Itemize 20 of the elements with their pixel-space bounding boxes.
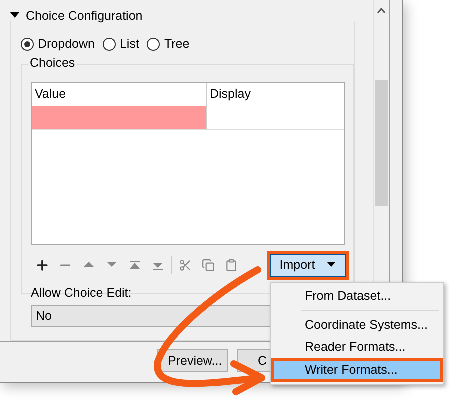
radio-button[interactable] [21, 38, 34, 50]
menu-item[interactable]: From Dataset... [271, 285, 443, 307]
radio-button[interactable] [102, 38, 116, 50]
radio-label: List [120, 37, 140, 51]
field-label: Allow Choice Edit: [31, 286, 132, 300]
radio-label: Dropdown [38, 37, 95, 51]
error-cell[interactable] [32, 106, 208, 129]
caret-icon [327, 262, 336, 268]
menu-item[interactable]: Reader Formats... [271, 336, 443, 358]
menu-item[interactable]: Writer Formats... [272, 359, 442, 381]
group-title: Choices [28, 56, 78, 70]
radio-button[interactable] [147, 38, 160, 50]
import-button[interactable]: Import [267, 250, 349, 280]
radio-label: Tree [164, 37, 190, 51]
scroll-up-icon[interactable] [377, 8, 386, 14]
column-header[interactable]: Display [207, 83, 344, 106]
dialog-button[interactable]: Preview... [157, 349, 228, 372]
scrollbar-thumb[interactable] [375, 80, 388, 206]
expanded-triangle-icon[interactable] [10, 12, 20, 20]
section-title: Choice Configuration [26, 9, 143, 23]
